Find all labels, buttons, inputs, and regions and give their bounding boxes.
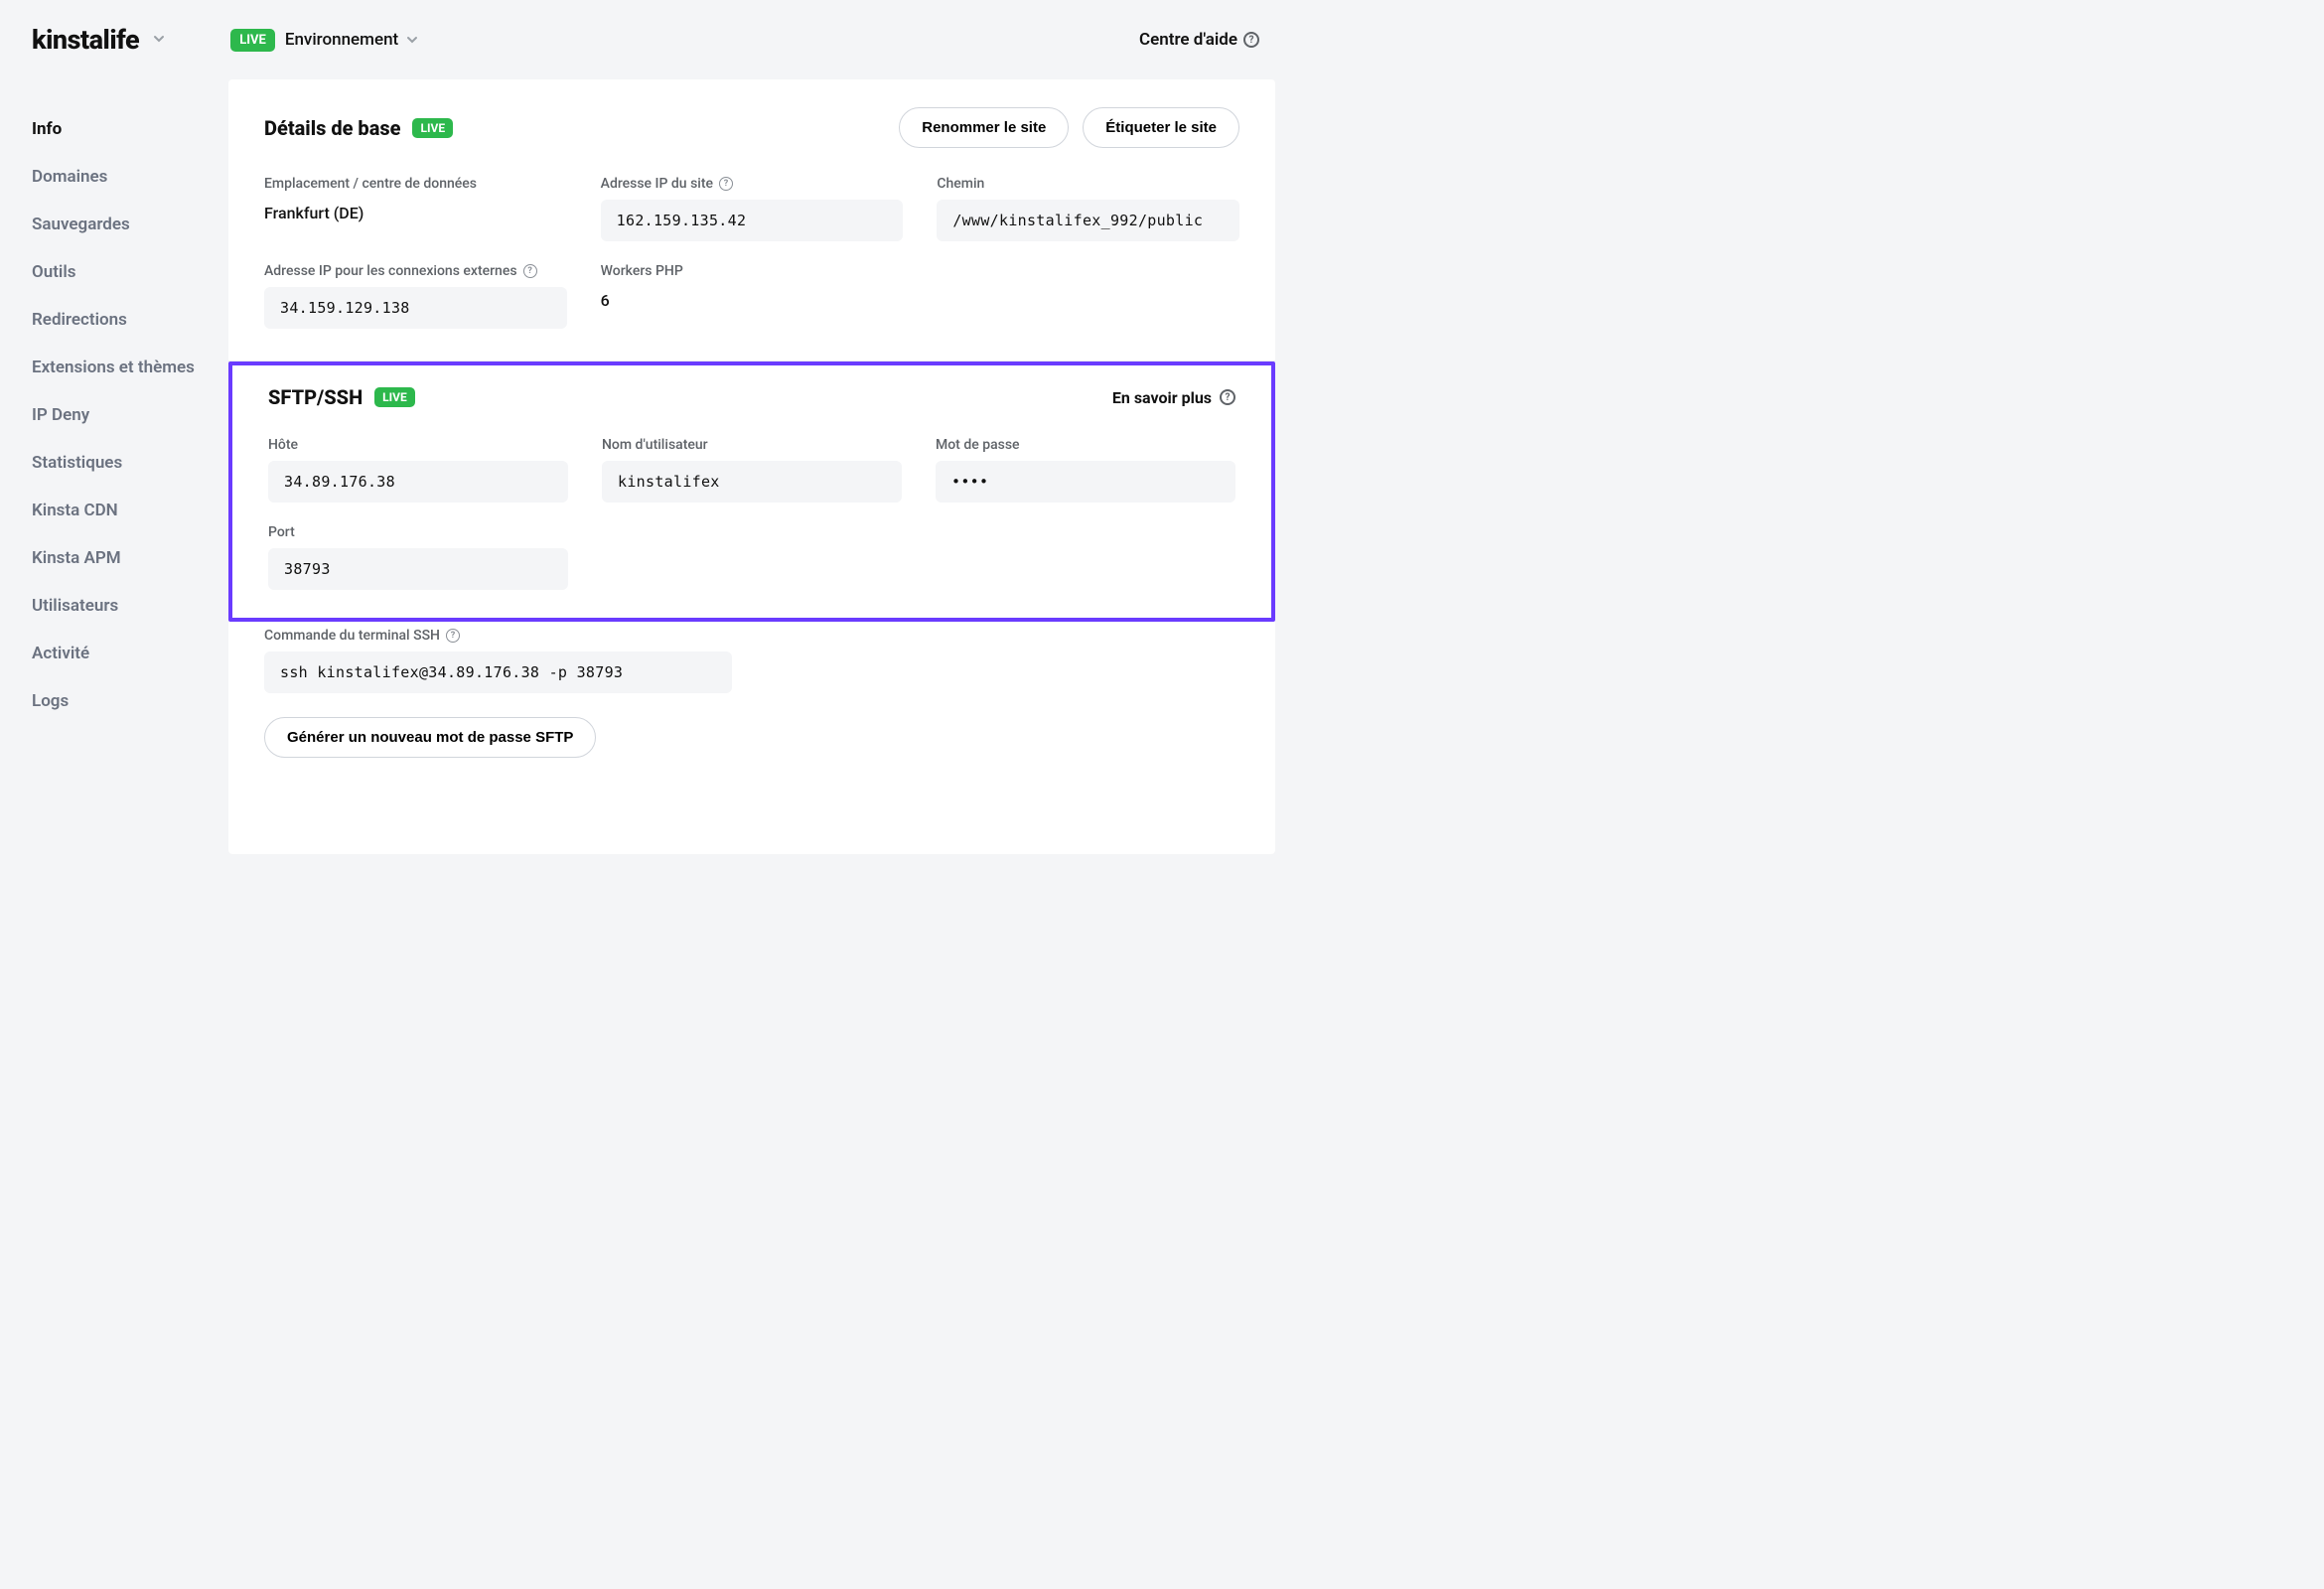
info-icon[interactable]: ?: [446, 629, 460, 643]
ssh-command-label: Commande du terminal SSH: [264, 628, 440, 644]
ssh-command-field: Commande du terminal SSH ? ssh kinstalif…: [228, 628, 1275, 717]
chevron-down-icon[interactable]: [153, 33, 167, 47]
sidebar-item-statistiques[interactable]: Statistiques: [32, 439, 228, 487]
workers-label: Workers PHP: [601, 263, 904, 279]
live-badge: LIVE: [374, 387, 415, 407]
learn-more-label: En savoir plus: [1112, 388, 1212, 407]
sidebar-item-redirections[interactable]: Redirections: [32, 296, 228, 344]
location-value: Frankfurt (DE): [264, 200, 567, 222]
basic-details-panel: Détails de base LIVE Renommer le site Ét…: [228, 79, 1275, 361]
user-field: Nom d'utilisateur kinstalifex: [602, 437, 902, 503]
topbar: kinstalife LIVE Environnement Centre d'a…: [0, 0, 1291, 79]
generate-sftp-password-button[interactable]: Générer un nouveau mot de passe SFTP: [264, 717, 596, 758]
info-icon[interactable]: ?: [523, 264, 537, 278]
sidebar-item-info[interactable]: Info: [32, 105, 228, 153]
learn-more-link[interactable]: En savoir plus ?: [1112, 388, 1235, 407]
sidebar-item-extensions[interactable]: Extensions et thèmes: [32, 344, 228, 391]
sidebar-item-cdn[interactable]: Kinsta CDN: [32, 487, 228, 534]
sidebar: Info Domaines Sauvegardes Outils Redirec…: [0, 79, 228, 854]
chevron-down-icon[interactable]: [406, 31, 418, 50]
help-icon: ?: [1220, 389, 1235, 405]
tag-site-button[interactable]: Étiqueter le site: [1083, 107, 1239, 148]
workers-value: 6: [601, 287, 904, 310]
site-name: kinstalife: [32, 24, 139, 56]
path-value[interactable]: /www/kinstalifex_992/public: [937, 200, 1239, 241]
user-label: Nom d'utilisateur: [602, 437, 902, 453]
port-field: Port 38793: [268, 524, 568, 590]
site-ip-value[interactable]: 162.159.135.42: [601, 200, 904, 241]
ext-ip-value[interactable]: 34.159.129.138: [264, 287, 567, 329]
user-value[interactable]: kinstalifex: [602, 461, 902, 503]
host-field: Hôte 34.89.176.38: [268, 437, 568, 503]
env-live-badge: LIVE: [230, 29, 275, 52]
sidebar-item-sauvegardes[interactable]: Sauvegardes: [32, 201, 228, 248]
password-label: Mot de passe: [936, 437, 1235, 453]
sidebar-item-apm[interactable]: Kinsta APM: [32, 534, 228, 582]
sidebar-item-utilisateurs[interactable]: Utilisateurs: [32, 582, 228, 630]
help-icon: ?: [1243, 32, 1259, 48]
live-badge: LIVE: [412, 118, 453, 138]
site-ip-field: Adresse IP du site ? 162.159.135.42: [601, 176, 904, 241]
site-ip-label: Adresse IP du site: [601, 176, 713, 192]
info-icon[interactable]: ?: [719, 177, 733, 191]
port-label: Port: [268, 524, 568, 540]
host-value[interactable]: 34.89.176.38: [268, 461, 568, 503]
path-label: Chemin: [937, 176, 1239, 192]
ext-ip-field: Adresse IP pour les connexions externes …: [264, 263, 567, 329]
password-field: Mot de passe ••••: [936, 437, 1235, 503]
sidebar-item-logs[interactable]: Logs: [32, 677, 228, 725]
main-panel: Détails de base LIVE Renommer le site Ét…: [228, 79, 1275, 854]
help-link[interactable]: Centre d'aide ?: [1139, 30, 1259, 50]
basic-title: Détails de base: [264, 116, 400, 140]
sftp-title: SFTP/SSH: [268, 385, 363, 409]
port-value[interactable]: 38793: [268, 548, 568, 590]
sidebar-item-outils[interactable]: Outils: [32, 248, 228, 296]
ssh-command-value[interactable]: ssh kinstalifex@34.89.176.38 -p 38793: [264, 651, 732, 693]
host-label: Hôte: [268, 437, 568, 453]
help-label: Centre d'aide: [1139, 30, 1237, 50]
ext-ip-label: Adresse IP pour les connexions externes: [264, 263, 517, 279]
sidebar-item-domaines[interactable]: Domaines: [32, 153, 228, 201]
workers-field: Workers PHP 6: [601, 263, 904, 329]
path-field: Chemin /www/kinstalifex_992/public: [937, 176, 1239, 241]
env-label[interactable]: Environnement: [285, 30, 398, 50]
rename-site-button[interactable]: Renommer le site: [899, 107, 1069, 148]
sftp-panel: SFTP/SSH LIVE En savoir plus ? Hôte 34.8…: [228, 361, 1275, 622]
sidebar-item-ipdeny[interactable]: IP Deny: [32, 391, 228, 439]
password-value[interactable]: ••••: [936, 461, 1235, 503]
sidebar-item-activite[interactable]: Activité: [32, 630, 228, 677]
location-field: Emplacement / centre de données Frankfur…: [264, 176, 567, 241]
location-label: Emplacement / centre de données: [264, 176, 567, 192]
